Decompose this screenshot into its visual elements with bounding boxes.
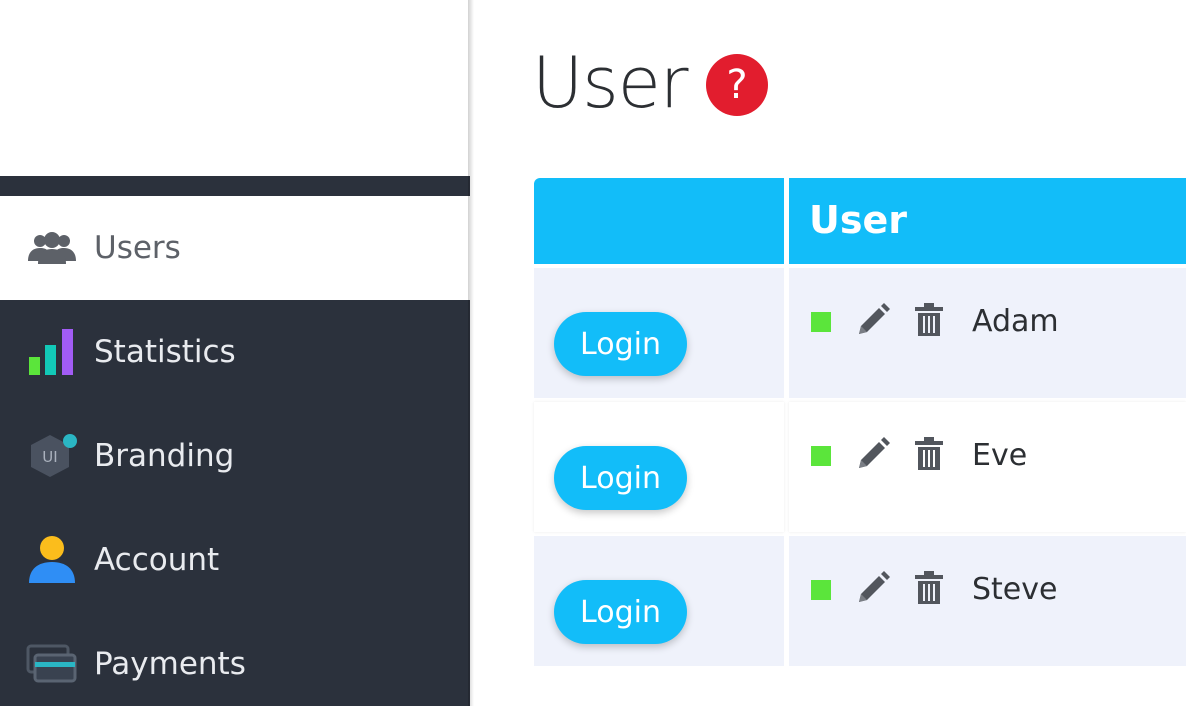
table-row: Login	[534, 268, 784, 398]
pencil-icon[interactable]	[855, 570, 891, 606]
table-row: Steve	[789, 536, 1186, 666]
trash-icon[interactable]	[913, 436, 945, 472]
table-header-actions	[534, 178, 784, 264]
sidebar-item-label: Branding	[94, 438, 235, 474]
login-button[interactable]: Login	[554, 446, 687, 510]
sidebar-item-users[interactable]: Users	[0, 196, 470, 300]
pencil-icon[interactable]	[855, 302, 891, 338]
sidebar-item-payments[interactable]: Payments	[0, 612, 470, 716]
status-indicator	[811, 446, 831, 466]
user-name: Steve	[972, 572, 1058, 607]
status-indicator	[811, 580, 831, 600]
sidebar-item-label: Account	[94, 542, 220, 578]
sidebar: Users Statistics UI Branding Account Pay…	[0, 0, 470, 706]
table-row: Login	[534, 402, 784, 532]
sidebar-divider	[468, 0, 474, 706]
sidebar-item-label: Payments	[94, 646, 246, 682]
table-row: Adam	[789, 268, 1186, 398]
page-title: User	[532, 42, 689, 124]
sidebar-item-label: Statistics	[94, 334, 236, 370]
sidebar-item-branding[interactable]: UI Branding	[0, 404, 470, 508]
sidebar-item-account[interactable]: Account	[0, 508, 470, 612]
user-name: Adam	[972, 304, 1059, 339]
user-name: Eve	[972, 438, 1028, 473]
sidebar-item-statistics[interactable]: Statistics	[0, 300, 470, 404]
table-header-user: User	[789, 178, 1186, 264]
bar-chart-icon	[26, 326, 78, 378]
trash-icon[interactable]	[913, 302, 945, 338]
login-button[interactable]: Login	[554, 312, 687, 376]
question-mark-icon[interactable]: ?	[706, 54, 768, 116]
pencil-icon[interactable]	[855, 436, 891, 472]
sidebar-item-label: Users	[94, 230, 181, 266]
column-header-label: User	[809, 198, 907, 242]
trash-icon[interactable]	[913, 570, 945, 606]
person-icon	[26, 534, 78, 586]
credit-card-icon	[26, 638, 78, 690]
table-row: Eve	[789, 402, 1186, 532]
table-row: Login	[534, 536, 784, 666]
users-icon	[26, 222, 78, 274]
svg-text:UI: UI	[42, 448, 57, 466]
ui-hexagon-icon: UI	[26, 430, 78, 482]
sidebar-header	[0, 0, 470, 176]
status-indicator	[811, 312, 831, 332]
login-button[interactable]: Login	[554, 580, 687, 644]
